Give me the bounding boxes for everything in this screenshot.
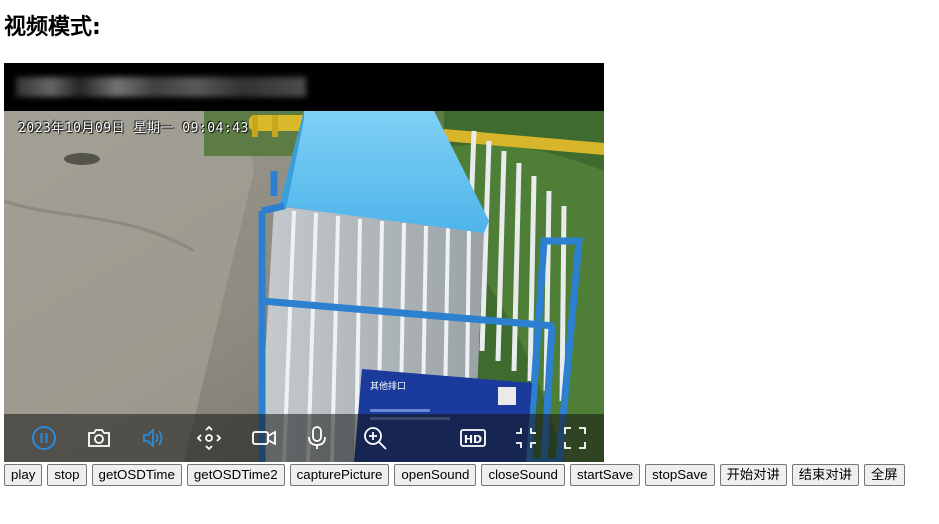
pause-icon[interactable] xyxy=(28,422,60,454)
hd-text: HD xyxy=(464,433,482,446)
stop-save-button[interactable]: stopSave xyxy=(645,464,715,486)
video-player[interactable]: 其他排口 2023年10月09日 星期一 09:04:43 HD xyxy=(4,63,604,462)
fullscreen-icon[interactable] xyxy=(559,422,591,454)
blurred-device-title xyxy=(16,77,306,97)
get-osd-time2-button[interactable]: getOSDTime2 xyxy=(186,464,285,486)
action-button-row: play stop getOSDTime getOSDTime2 capture… xyxy=(4,464,905,486)
page-title: 视频模式: xyxy=(4,15,101,40)
volume-icon[interactable] xyxy=(138,422,170,454)
record-video-icon[interactable] xyxy=(248,422,280,454)
player-header xyxy=(4,63,604,111)
zoom-in-icon[interactable] xyxy=(359,422,391,454)
stop-button[interactable]: stop xyxy=(47,464,87,486)
start-talk-button[interactable]: 开始对讲 xyxy=(719,464,787,486)
exit-fullscreen-icon[interactable] xyxy=(510,422,542,454)
hd-label[interactable]: HD xyxy=(457,422,489,454)
player-control-bar: HD xyxy=(4,414,604,462)
video-frame: 其他排口 xyxy=(4,111,604,462)
play-button[interactable]: play xyxy=(4,464,43,486)
start-save-button[interactable]: startSave xyxy=(569,464,641,486)
sign-title: 其他排口 xyxy=(370,380,406,392)
end-talk-button[interactable]: 结束对讲 xyxy=(791,464,859,486)
close-sound-button[interactable]: closeSound xyxy=(481,464,565,486)
capture-picture-button[interactable]: capturePicture xyxy=(289,464,390,486)
osd-timestamp: 2023年10月09日 星期一 09:04:43 xyxy=(18,121,249,136)
fullscreen-button[interactable]: 全屏 xyxy=(863,464,905,486)
ptz-control-icon[interactable] xyxy=(193,422,225,454)
get-osd-time-button[interactable]: getOSDTime xyxy=(91,464,182,486)
camera-icon[interactable] xyxy=(83,422,115,454)
open-sound-button[interactable]: openSound xyxy=(394,464,477,486)
microphone-icon[interactable] xyxy=(301,422,333,454)
